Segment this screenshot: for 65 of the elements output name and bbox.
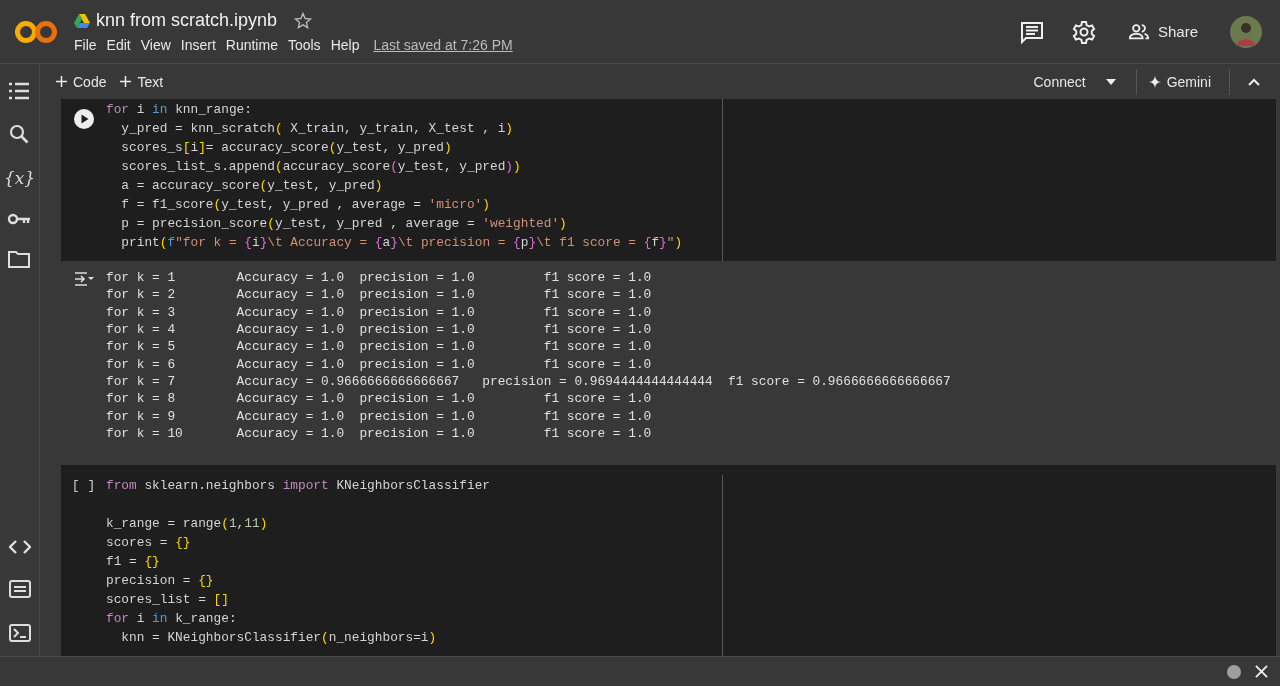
code-line: precision = {} bbox=[106, 572, 215, 590]
star-icon[interactable] bbox=[293, 10, 314, 31]
code-line: a = accuracy_score(y_test, y_pred) bbox=[120, 177, 384, 195]
code-line: from sklearn.neighbors import KNeighborsClassifier bbox=[106, 477, 491, 495]
settings-icon[interactable] bbox=[1071, 19, 1096, 44]
key-icon[interactable] bbox=[7, 212, 32, 226]
comment-icon[interactable] bbox=[1019, 19, 1044, 44]
code-cell[interactable] bbox=[61, 99, 1276, 261]
menu-item[interactable]: Tools bbox=[287, 37, 321, 53]
output-line: for k = 8 Accuracy = 1.0 precision = 1.0 f1 score = 1.0 bbox=[106, 390, 653, 408]
menu-item[interactable]: Runtime bbox=[225, 37, 278, 53]
plus-icon bbox=[120, 76, 132, 87]
status-dot-icon bbox=[1227, 664, 1241, 679]
avatar[interactable] bbox=[1230, 15, 1262, 48]
drive-icon bbox=[74, 13, 90, 28]
output-line: for k = 1 Accuracy = 1.0 precision = 1.0 f1 score = 1.0 bbox=[106, 269, 653, 287]
output-line: for k = 6 Accuracy = 1.0 precision = 1.0 f1 score = 1.0 bbox=[106, 355, 653, 374]
menu-item[interactable]: Edit bbox=[106, 37, 131, 53]
code-line: y_pred = knn_scratch( X_train, y_train, X_test , i) bbox=[120, 120, 515, 138]
terminal-icon[interactable] bbox=[8, 624, 31, 642]
sparkle-icon bbox=[1148, 75, 1161, 88]
notebook-title[interactable]: knn from scratch.ipynb bbox=[96, 10, 278, 31]
code-line: p = precision_score(y_test, y_pred , average = 'weighted') bbox=[120, 215, 568, 233]
run-button[interactable] bbox=[73, 109, 94, 129]
connect-button[interactable]: Connect bbox=[1029, 69, 1090, 94]
variables-icon[interactable]: {x} bbox=[3, 168, 36, 188]
caret-icon[interactable] bbox=[1105, 78, 1116, 85]
output-line: for k = 9 Accuracy = 1.0 precision = 1.0 f1 score = 1.0 bbox=[106, 407, 653, 426]
menu-item[interactable]: View bbox=[140, 37, 171, 53]
share-button[interactable]: Share bbox=[1123, 16, 1202, 47]
code-cell[interactable]: [ ] from sklearn.neighbors import KNeighborsClassifier k_range = range(1,11) scores = {} f1 = {} precision = {} scores_list = [] for i in k_range: knn = KNeighborsClassifier(n_neighbors=i) bbox=[61, 465, 1276, 656]
close-icon[interactable] bbox=[1255, 665, 1268, 678]
output-line: for k = 5 Accuracy = 1.0 precision = 1.0 f1 score = 1.0 bbox=[106, 338, 653, 356]
code-line: f1 = {} bbox=[106, 553, 161, 571]
output-line: for k = 7 Accuracy = 0.9666666666666667 precision = 0.9694444444444444 f1 score = 0.9666666666666667 bbox=[106, 373, 951, 391]
code-line: scores_list = [] bbox=[106, 591, 230, 609]
code-brackets-icon[interactable] bbox=[8, 540, 31, 554]
search-icon[interactable] bbox=[9, 124, 30, 144]
code-line: k_range = range(1,11) bbox=[106, 515, 269, 533]
folder-icon[interactable] bbox=[8, 250, 31, 268]
keyboard-icon[interactable] bbox=[8, 580, 31, 598]
output-line: for k = 2 Accuracy = 1.0 precision = 1.0 f1 score = 1.0 bbox=[106, 286, 653, 304]
plus-icon bbox=[56, 76, 67, 87]
code-line: f = f1_score(y_test, y_pred , average = 'micro') bbox=[120, 196, 491, 214]
code-line: scores_s[i]= accuracy_score(y_test, y_pred) bbox=[120, 139, 453, 157]
collapse-icon[interactable] bbox=[1248, 77, 1260, 86]
menu-item[interactable]: File bbox=[74, 37, 97, 53]
code-line: print(f"for k = {i}\t Accuracy = {a}\t precision = {p}\t f1 score = {f}") bbox=[120, 234, 684, 252]
code-line: scores = {} bbox=[106, 534, 192, 552]
add-cell-button[interactable]: Code bbox=[52, 69, 111, 94]
execution-count[interactable]: [ ] bbox=[71, 478, 96, 656]
output-icon[interactable] bbox=[72, 271, 95, 287]
menu-item[interactable]: Insert bbox=[180, 37, 216, 53]
code-line: for i in knn_range: bbox=[106, 101, 253, 119]
output-line: for k = 4 Accuracy = 1.0 precision = 1.0 f1 score = 1.0 bbox=[106, 321, 653, 339]
gemini-button[interactable]: Gemini bbox=[1144, 69, 1215, 94]
code-line: for i in k_range: bbox=[106, 610, 238, 628]
output-line: for k = 3 Accuracy = 1.0 precision = 1.0 f1 score = 1.0 bbox=[106, 303, 653, 322]
code-line: knn = KNeighborsClassifier(n_neighbors=i) bbox=[120, 629, 438, 647]
menu-item[interactable]: Help bbox=[330, 37, 360, 53]
last-saved-link[interactable]: Last saved at 7:26 PM bbox=[373, 37, 513, 53]
code-line: scores_list_s.append(accuracy_score(y_test, y_pred)) bbox=[120, 158, 522, 176]
output-line: for k = 10 Accuracy = 1.0 precision = 1.0 f1 score = 1.0 bbox=[106, 425, 653, 443]
table-of-contents-icon[interactable] bbox=[8, 82, 31, 100]
add-cell-button[interactable]: Text bbox=[116, 69, 168, 94]
